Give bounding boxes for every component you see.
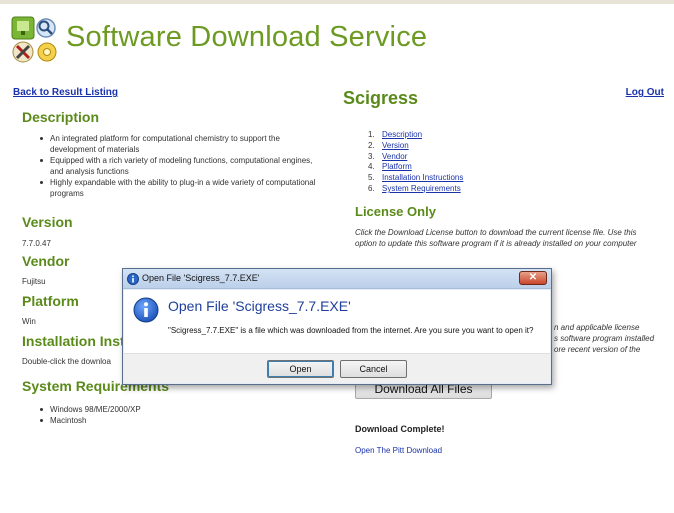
download-complete-label: Download Complete! — [355, 424, 445, 434]
toc-link-platform[interactable]: Platform — [382, 162, 412, 171]
open-file-dialog: Open File 'Scigress_7.7.EXE' ✕ Open File… — [122, 268, 552, 385]
list-item: Highly expandable with the ability to pl… — [38, 177, 318, 199]
installation-heading: Installation Instr — [22, 333, 131, 349]
version-heading: Version — [22, 214, 73, 230]
product-title: Scigress — [343, 88, 419, 108]
dialog-heading: Open File 'Scigress_7.7.EXE' — [168, 298, 351, 314]
software-logo-icon — [11, 16, 57, 63]
toc-link-description[interactable]: Description — [382, 130, 422, 139]
system-requirements-list: Windows 98/ME/2000/XP Macintosh — [38, 404, 238, 426]
description-heading: Description — [22, 109, 100, 125]
toc-link-system-requirements[interactable]: System Requirements — [382, 184, 461, 193]
logout-link[interactable]: Log Out — [626, 87, 664, 98]
vendor-heading: Vendor — [22, 253, 70, 269]
dialog-close-button[interactable]: ✕ — [519, 271, 547, 285]
back-to-results-link[interactable]: Back to Result Listing — [13, 87, 118, 98]
platform-value: Win — [22, 317, 36, 326]
dialog-title: Open File 'Scigress_7.7.EXE' — [142, 273, 260, 283]
partially-hidden-text: n and applicable license s software prog… — [554, 323, 655, 354]
platform-heading: Platform — [22, 293, 79, 309]
dialog-message: "Scigress_7.7.EXE" is a file which was d… — [168, 326, 534, 335]
open-pitt-download-link[interactable]: Open The Pitt Download — [355, 446, 442, 455]
toc-item: 6. System Requirements — [368, 183, 461, 193]
toc-item: 3. Vendor — [368, 151, 408, 161]
description-list: An integrated platform for computational… — [38, 133, 318, 199]
list-item: Equipped with a rich variety of modeling… — [38, 155, 318, 177]
toc-link-vendor[interactable]: Vendor — [382, 152, 407, 161]
info-icon — [133, 297, 159, 323]
cancel-button[interactable]: Cancel — [340, 360, 407, 378]
installation-value: Double-click the downloa — [22, 357, 111, 366]
dialog-footer: Open Cancel — [124, 353, 550, 383]
toc-item: 4. Platform — [368, 162, 412, 172]
open-button[interactable]: Open — [267, 360, 334, 378]
dialog-body: Open File 'Scigress_7.7.EXE' "Scigress_7… — [124, 290, 550, 383]
site-title: Software Download Service — [66, 21, 428, 53]
vendor-value: Fujitsu — [22, 277, 46, 286]
info-icon — [127, 273, 139, 285]
list-item: An integrated platform for computational… — [38, 133, 318, 155]
toc-item: 2. Version — [368, 140, 409, 150]
dialog-titlebar[interactable]: Open File 'Scigress_7.7.EXE' ✕ — [123, 269, 551, 289]
toc-link-version[interactable]: Version — [382, 141, 409, 150]
version-value: 7.7.0.47 — [22, 239, 51, 248]
license-description: Click the Download License button to dow… — [355, 228, 637, 248]
table-of-contents: 1. Description 2. Version 3. Vendor 4. Platf… — [368, 130, 463, 195]
page: Software Download Service Back to Result… — [0, 0, 674, 513]
toc-item: 5. Installation Instructions — [368, 173, 464, 183]
toc-link-installation[interactable]: Installation Instructions — [382, 173, 463, 182]
license-heading: License Only — [355, 204, 436, 219]
list-item: Windows 98/ME/2000/XP — [38, 404, 238, 415]
toc-item: 1. Description — [368, 130, 423, 139]
list-item: Macintosh — [38, 415, 238, 426]
